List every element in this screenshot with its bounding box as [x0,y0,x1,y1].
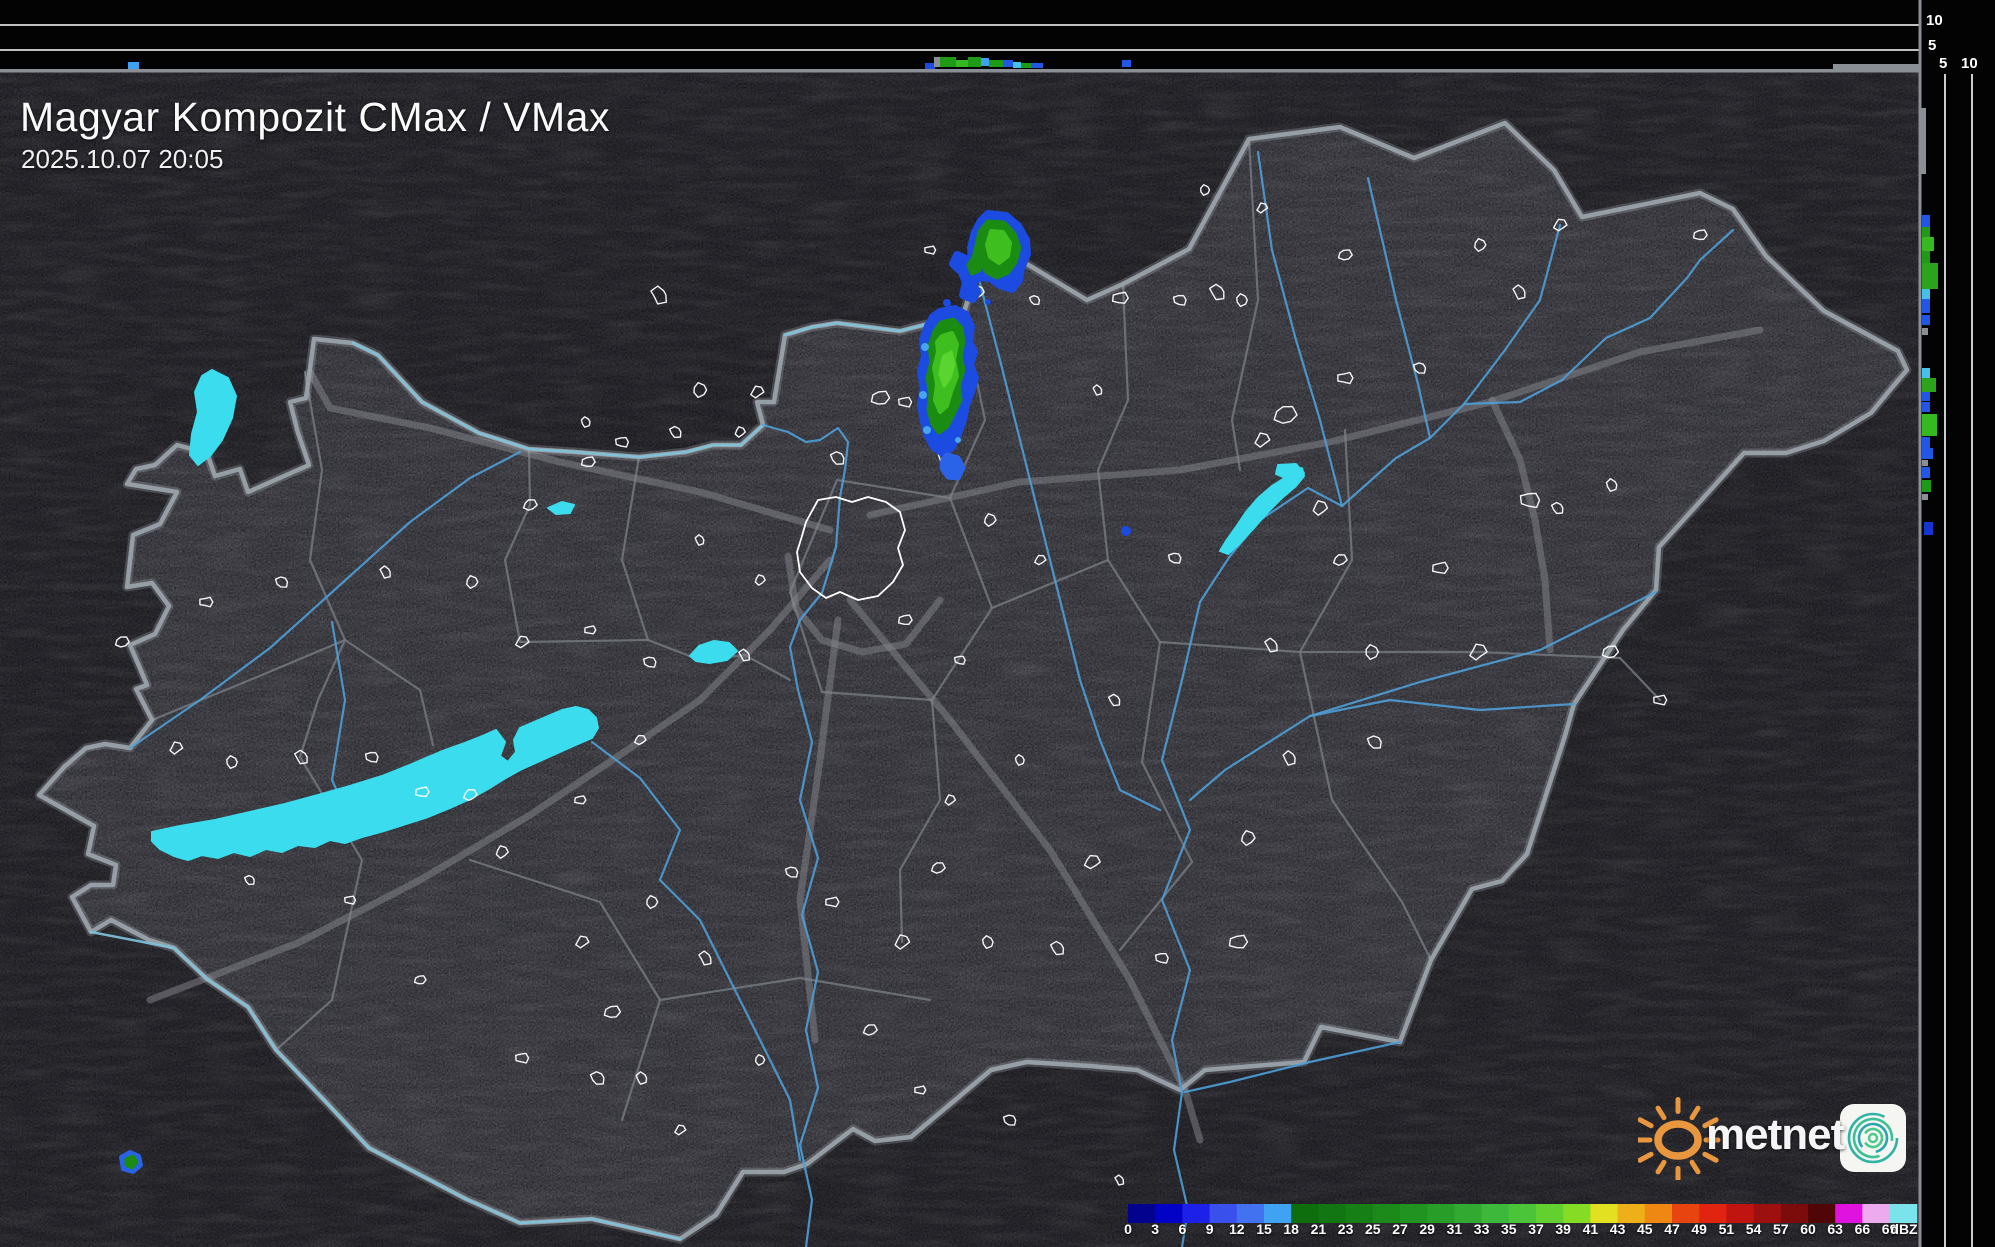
right-strip-echo-mark [1922,460,1928,466]
right-strip-echo-mark [1922,467,1930,478]
echo-bit [955,437,961,443]
echo-cell-lower-tail [939,452,966,481]
legend-tick-label: 23 [1337,1221,1354,1237]
reflectivity-legend [1128,1204,1918,1223]
top-strip-echo-mark [1031,63,1043,68]
top-panel-scale-5: 5 [1928,37,1937,54]
top-panel-scale-10: 10 [1926,12,1943,29]
legend-tick-label: 54 [1745,1221,1762,1237]
top-strip-echo-mark [934,57,940,67]
right-strip-echo-mark [1922,227,1930,237]
right-strip-echo-mark [1922,237,1934,251]
top-strip-echo-mark [128,62,139,69]
legend-tick-label: 66 [1854,1221,1871,1237]
right-strip-echo-mark [1922,289,1930,299]
legend-tick-label: 31 [1446,1221,1463,1237]
right-strip-echo-mark [1922,328,1928,335]
right-strip-echo-mark [1922,494,1928,500]
top-strip-echo-mark [956,60,968,67]
legend-tick-label: 33 [1473,1221,1490,1237]
top-projection-panel [0,0,1995,69]
top-strip-echo-mark [989,60,1003,67]
radar-composite-screen: Magyar Kompozit CMax / VMax 2025.10.07 2… [0,0,1995,1247]
legend-unit-label: dBZ [1890,1221,1918,1237]
legend-tick-label: 15 [1256,1221,1272,1237]
top-strip-echo-mark [981,58,989,66]
legend-tick-label: 39 [1555,1221,1571,1237]
legend-tick-label: 35 [1501,1221,1517,1237]
legend-tick-label: 49 [1691,1221,1707,1237]
legend-tick-label: 25 [1365,1221,1381,1237]
legend-tick-label: 12 [1229,1221,1245,1237]
legend-tick-label: 63 [1827,1221,1843,1237]
right-projection-panel [1920,0,1995,1247]
right-strip-echo-mark [1920,108,1926,174]
right-strip-echo-mark [1922,299,1930,313]
metnet-logo-text: metnet [1706,1110,1845,1159]
page-title: Magyar Kompozit CMax / VMax [20,94,610,140]
right-strip-echo-mark [1922,378,1936,392]
right-strip-echo-mark [1922,392,1930,401]
top-strip-echo-mark [1003,60,1013,67]
right-strip-echo-mark [1922,448,1933,459]
echo-cell-sw-green [124,1154,139,1170]
right-strip-echo-mark [1922,368,1930,378]
top-strip-echo-mark [940,57,956,67]
legend-tick-label: 27 [1392,1221,1408,1237]
echo-dot [1121,526,1131,536]
legend-tick-label: 57 [1773,1221,1789,1237]
echo-dot [985,299,991,305]
echo-dot [943,299,951,307]
top-strip-echo-mark [925,63,935,69]
right-strip-echo-mark [1833,64,1920,71]
cyclone-app-icon [1840,1104,1906,1172]
echo-cell-upper-bright [985,229,1012,265]
legend-tick-label: 47 [1664,1221,1680,1237]
right-strip-echo-mark [1922,414,1937,436]
right-strip-echo-mark [1922,251,1930,263]
echo-bit [923,426,931,434]
map-area [0,69,1920,1247]
top-strip-echo-mark [968,57,981,67]
radar-map-canvas [0,0,1995,1247]
legend-tick-label: 51 [1718,1221,1735,1237]
right-panel-scale-10: 10 [1961,55,1978,72]
right-strip-echo-mark [1922,480,1931,492]
legend-tick-label: 21 [1310,1221,1327,1237]
map-timestamp: 2025.10.07 20:05 [21,144,224,174]
right-panel-scale-5: 5 [1939,55,1948,72]
right-strip-echo-mark [1922,315,1930,325]
echo-bit [921,343,929,351]
right-strip-echo-mark [1922,263,1938,289]
top-strip-echo-mark [1021,63,1031,68]
legend-tick-label: 41 [1582,1221,1599,1237]
legend-tick-label: 3 [1151,1221,1160,1237]
legend-tick-label: 29 [1419,1221,1435,1237]
legend-tick-label: 6 [1178,1221,1187,1237]
echo-bit [919,391,927,399]
top-strip-echo-mark [1122,60,1131,67]
right-strip-echo-mark [1922,215,1930,227]
legend-tick-label: 45 [1637,1221,1653,1237]
legend-tick-label: 9 [1205,1221,1214,1237]
legend-tick-label: 18 [1283,1221,1299,1237]
right-strip-echo-mark [1924,522,1933,535]
map-top-border [0,69,1920,73]
legend-tick-label: 37 [1528,1221,1544,1237]
metnet-logo: metnet [1638,1096,1913,1180]
top-strip-echo-mark [1013,62,1021,68]
legend-tick-label: 60 [1800,1221,1816,1237]
right-strip-echo-mark [1922,402,1930,412]
legend-tick-label: 0 [1124,1221,1132,1237]
right-strip-echo-mark [1922,437,1930,448]
legend-tick-label: 43 [1609,1221,1626,1237]
